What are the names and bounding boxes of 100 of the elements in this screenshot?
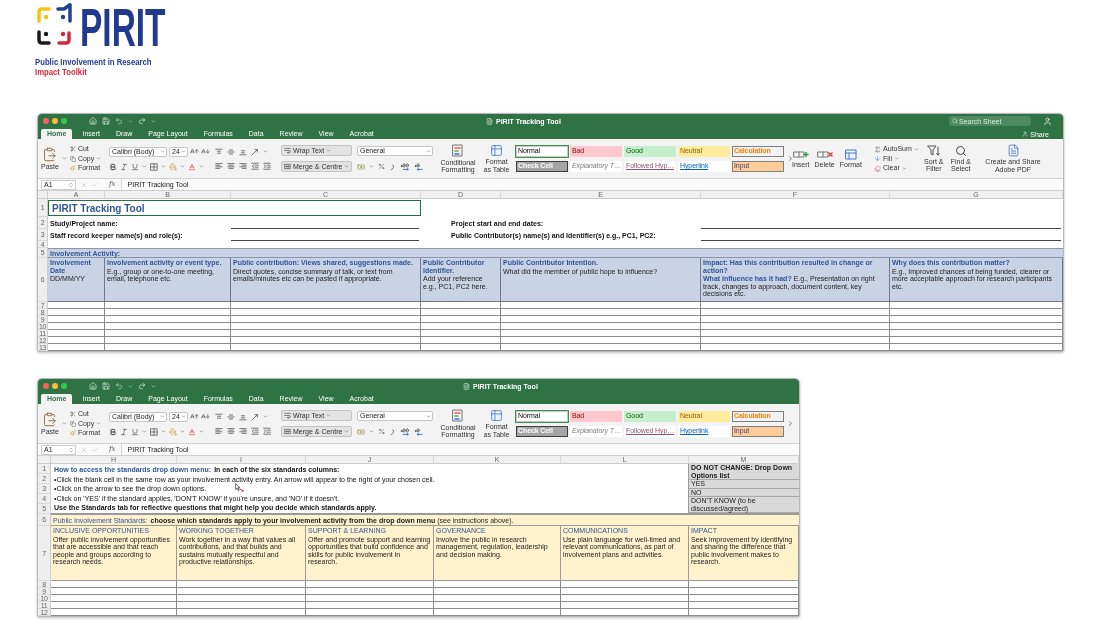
caret-icon xyxy=(344,429,350,434)
close-button[interactable] xyxy=(43,383,49,389)
bold-icon[interactable] xyxy=(109,427,117,436)
increase-indent-icon[interactable] xyxy=(263,161,271,170)
caret-icon xyxy=(326,148,332,153)
person-icon xyxy=(1022,131,1029,137)
decrease-decimal-icon[interactable] xyxy=(414,427,424,436)
caret-icon[interactable] xyxy=(369,429,374,434)
decrease-indent-icon[interactable] xyxy=(251,426,259,435)
align-right-icon[interactable] xyxy=(239,161,247,170)
align-left-icon[interactable] xyxy=(215,426,223,435)
home-icon[interactable] xyxy=(89,117,97,125)
close-button[interactable] xyxy=(43,118,49,124)
align-left-icon[interactable] xyxy=(215,161,223,170)
merge-cells-icon xyxy=(284,428,291,435)
clipboard-icon xyxy=(42,146,58,162)
caret-icon xyxy=(160,414,165,419)
save-icon[interactable] xyxy=(102,382,110,390)
caret-icon[interactable] xyxy=(142,164,147,169)
text-color-icon[interactable] xyxy=(188,162,196,171)
increase-decimal-icon[interactable] xyxy=(400,427,410,436)
redo-icon[interactable] xyxy=(138,117,146,125)
cursor-icon xyxy=(235,483,244,492)
undo-icon[interactable] xyxy=(115,117,123,125)
text-color-icon[interactable] xyxy=(188,427,196,436)
borders-icon[interactable] xyxy=(150,162,158,171)
caret-icon[interactable] xyxy=(142,429,147,434)
table-icon xyxy=(490,144,503,157)
caret-icon xyxy=(913,146,919,152)
comma-style-icon[interactable] xyxy=(389,427,396,436)
paint-bucket-icon[interactable] xyxy=(169,162,177,171)
font-shrink-icon[interactable] xyxy=(201,412,210,421)
arrow-down-icon xyxy=(874,155,881,162)
caret-icon xyxy=(181,414,186,419)
font-grow-icon[interactable] xyxy=(190,412,199,421)
percent-icon[interactable] xyxy=(378,163,385,170)
align-middle-icon[interactable] xyxy=(227,147,235,156)
person-icon[interactable] xyxy=(1043,116,1052,126)
conditional-format-icon xyxy=(451,143,465,158)
align-bottom-icon[interactable] xyxy=(239,412,247,421)
align-right-icon[interactable] xyxy=(239,426,247,435)
caret-icon[interactable] xyxy=(61,421,67,426)
caret-icon[interactable] xyxy=(369,164,374,169)
caret-icon[interactable] xyxy=(263,149,268,154)
zoom-button[interactable] xyxy=(61,118,67,124)
comma-style-icon[interactable] xyxy=(389,162,396,171)
borders-icon[interactable] xyxy=(150,427,158,436)
caret-icon xyxy=(96,156,102,161)
caret-icon[interactable] xyxy=(151,383,156,389)
bold-icon[interactable] xyxy=(109,162,117,171)
decrease-decimal-icon[interactable] xyxy=(414,162,424,171)
sigma-icon xyxy=(874,145,881,153)
italic-icon[interactable] xyxy=(120,427,128,436)
align-top-icon[interactable] xyxy=(215,147,223,156)
italic-icon[interactable] xyxy=(120,162,128,171)
caret-icon[interactable] xyxy=(199,164,204,169)
caret-icon[interactable] xyxy=(180,429,185,434)
font-grow-icon[interactable] xyxy=(190,147,199,156)
align-top-icon[interactable] xyxy=(215,412,223,421)
minimize-button[interactable] xyxy=(52,383,58,389)
banknote-icon[interactable] xyxy=(357,162,365,171)
caret-icon[interactable] xyxy=(199,429,204,434)
minimize-button[interactable] xyxy=(52,118,58,124)
underline-icon[interactable] xyxy=(131,162,139,171)
align-center-icon[interactable] xyxy=(227,426,235,435)
percent-icon[interactable] xyxy=(378,428,385,435)
caret-icon[interactable] xyxy=(128,118,133,124)
caret-icon xyxy=(426,413,431,419)
decrease-indent-icon[interactable] xyxy=(251,161,259,170)
increase-decimal-icon[interactable] xyxy=(400,162,410,171)
paint-bucket-icon[interactable] xyxy=(169,427,177,436)
text-angle-icon[interactable] xyxy=(251,412,259,421)
caret-icon[interactable] xyxy=(263,414,268,419)
paintbrush-icon xyxy=(69,165,76,171)
redo-icon[interactable] xyxy=(138,382,146,390)
align-middle-icon[interactable] xyxy=(227,412,235,421)
increase-indent-icon[interactable] xyxy=(263,426,271,435)
zoom-button[interactable] xyxy=(61,383,67,389)
banknote-icon[interactable] xyxy=(357,427,365,436)
align-center-icon[interactable] xyxy=(227,161,235,170)
cancel-icon[interactable] xyxy=(81,446,87,453)
text-angle-icon[interactable] xyxy=(251,147,259,156)
caret-icon[interactable] xyxy=(161,429,166,434)
search-icon xyxy=(954,144,967,157)
undo-icon[interactable] xyxy=(115,382,123,390)
home-icon[interactable] xyxy=(89,382,97,390)
caret-icon[interactable] xyxy=(151,118,156,124)
underline-icon[interactable] xyxy=(131,427,139,436)
document-icon xyxy=(463,382,470,390)
wrap-icon xyxy=(284,147,291,154)
caret-icon[interactable] xyxy=(128,383,133,389)
scissors-icon xyxy=(69,411,76,417)
save-icon[interactable] xyxy=(102,117,110,125)
align-bottom-icon[interactable] xyxy=(239,147,247,156)
font-shrink-icon[interactable] xyxy=(201,147,210,156)
table-icon xyxy=(490,409,503,422)
caret-icon[interactable] xyxy=(61,156,67,161)
caret-icon[interactable] xyxy=(161,164,166,169)
caret-icon[interactable] xyxy=(180,164,185,169)
cancel-icon[interactable] xyxy=(81,181,87,188)
